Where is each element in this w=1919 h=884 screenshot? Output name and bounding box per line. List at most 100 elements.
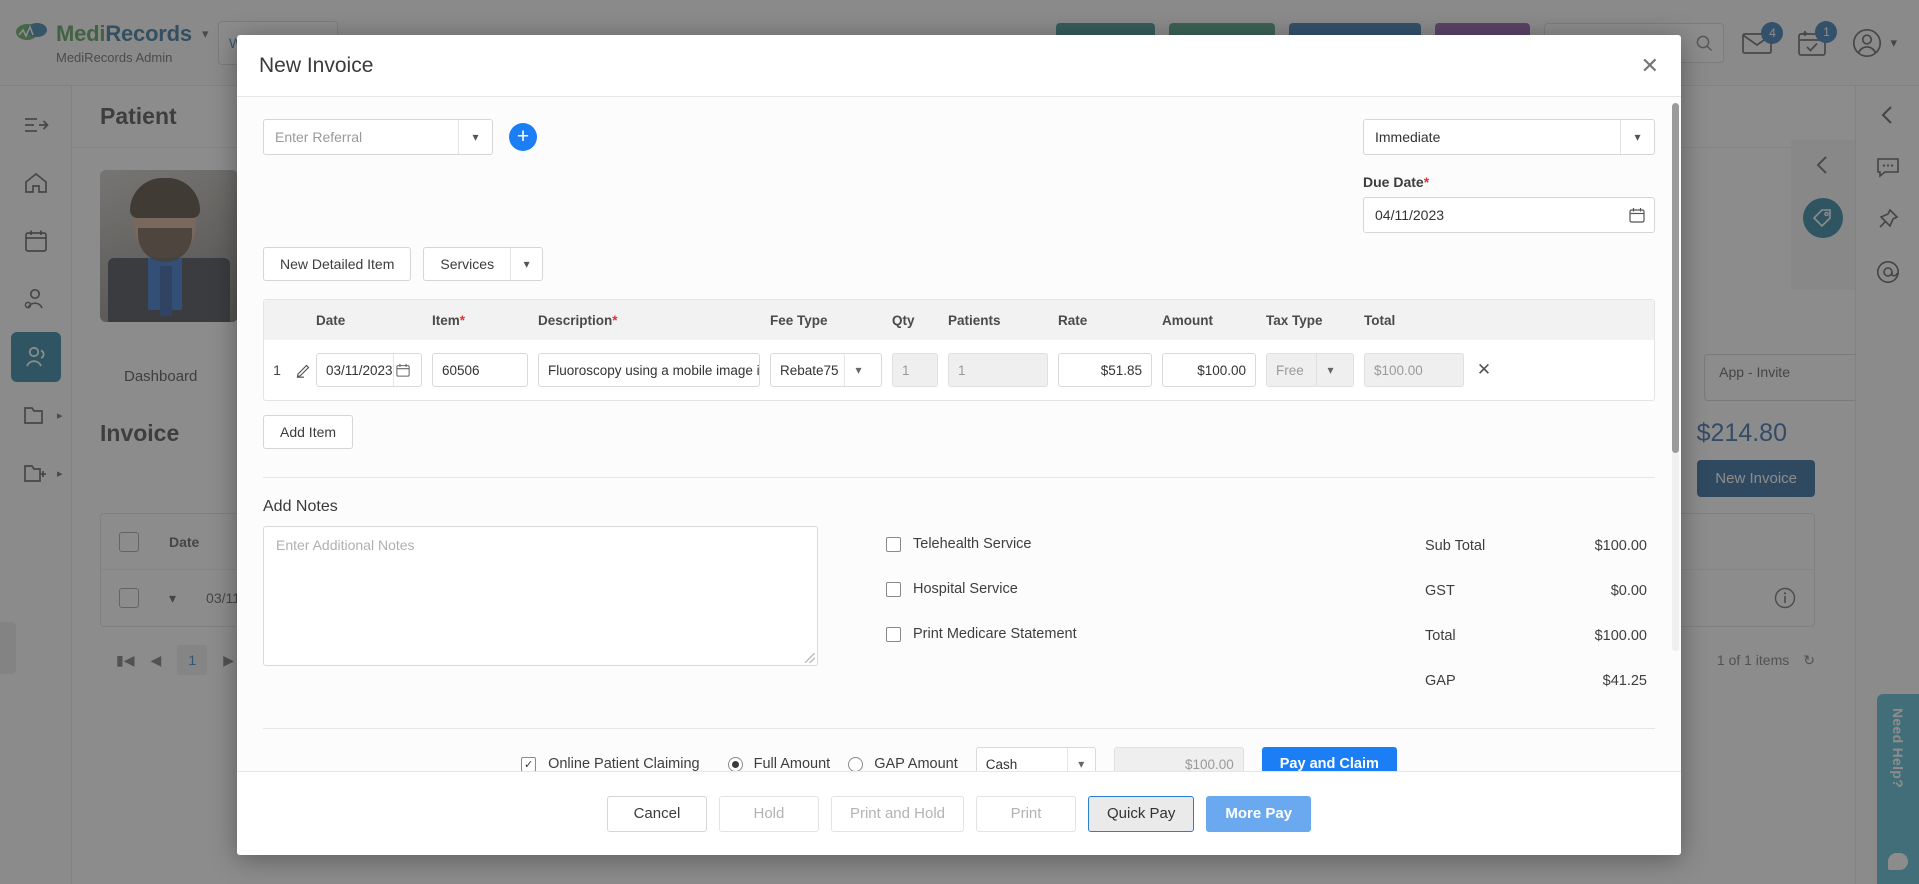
notes-and-totals-row: Enter Additional Notes Telehealth Servic… bbox=[263, 526, 1655, 710]
new-invoice-modal: New Invoice ✕ Enter Referral ▾ + Immedia… bbox=[237, 35, 1681, 855]
row-tax-type-value: Free bbox=[1276, 362, 1304, 378]
edit-pencil-icon[interactable] bbox=[290, 363, 316, 378]
add-item-wrap: Add Item bbox=[263, 401, 1655, 465]
chevron-down-icon[interactable]: ▾ bbox=[510, 248, 542, 280]
chevron-down-icon[interactable]: ▾ bbox=[844, 354, 872, 386]
referral-group: Enter Referral ▾ + bbox=[263, 119, 537, 155]
column-header-item: Item* bbox=[432, 312, 466, 328]
column-header-total: Total bbox=[1364, 312, 1396, 328]
total-value: $100.00 bbox=[1594, 538, 1647, 554]
option-print-medicare-statement[interactable]: Print Medicare Statement bbox=[886, 618, 1077, 650]
notes-textarea[interactable]: Enter Additional Notes bbox=[263, 526, 818, 666]
invoice-items-table: Date Item* Description* Fee Type Qty Pat… bbox=[263, 299, 1655, 401]
calendar-icon[interactable] bbox=[392, 354, 412, 386]
print-button: Print bbox=[976, 795, 1076, 832]
calendar-icon[interactable] bbox=[1620, 198, 1654, 232]
invoice-options-group: Telehealth Service Hospital Service Prin… bbox=[818, 526, 1077, 710]
checkbox-hospital[interactable] bbox=[886, 581, 901, 597]
modal-body: Enter Referral ▾ + Immediate ▾ Due Date*… bbox=[237, 97, 1681, 771]
add-item-button[interactable]: Add Item bbox=[263, 415, 354, 449]
cancel-button[interactable]: Cancel bbox=[606, 795, 707, 832]
row-fee-type-select[interactable]: Rebate75 ▾ bbox=[770, 353, 882, 387]
new-detailed-item-button[interactable]: New Detailed Item bbox=[263, 247, 412, 281]
due-date-label: Due Date* bbox=[1363, 174, 1655, 190]
radio-full-amount[interactable]: Full Amount bbox=[727, 756, 830, 771]
add-notes-title: Add Notes bbox=[263, 498, 338, 515]
column-header-description: Description* bbox=[538, 312, 618, 328]
row-amount-input[interactable]: $100.00 bbox=[1162, 353, 1256, 387]
item-actions-row: New Detailed Item Services ▾ bbox=[263, 247, 1655, 281]
chevron-down-icon[interactable]: ▾ bbox=[1620, 120, 1654, 154]
services-split-button[interactable]: Services ▾ bbox=[423, 247, 544, 281]
close-icon[interactable]: ✕ bbox=[1641, 54, 1659, 77]
claiming-bar: ✓ Online Patient Claiming Full Amount GA… bbox=[263, 728, 1655, 771]
radio-gap-amount[interactable]: GAP Amount bbox=[848, 756, 958, 771]
payment-method-value: Cash bbox=[985, 756, 1018, 772]
invoice-terms-group: Immediate ▾ Due Date* 04/11/2023 bbox=[1363, 119, 1655, 233]
payment-term-select[interactable]: Immediate ▾ bbox=[1363, 119, 1655, 155]
checkbox-telehealth[interactable] bbox=[886, 536, 901, 552]
modal-header: New Invoice ✕ bbox=[237, 35, 1681, 97]
print-and-hold-button: Print and Hold bbox=[830, 795, 964, 832]
checkbox-print-medicare[interactable] bbox=[886, 626, 901, 642]
row-date-value: 03/11/2023 bbox=[326, 362, 393, 378]
delete-row-icon[interactable]: ✕ bbox=[1464, 360, 1504, 380]
row-patients-input: 1 bbox=[948, 353, 1048, 387]
due-date-input[interactable]: 04/11/2023 bbox=[1363, 197, 1655, 233]
modal-footer: Cancel Hold Print and Hold Print Quick P… bbox=[237, 771, 1681, 855]
option-label: Print Medicare Statement bbox=[913, 626, 1077, 642]
option-hospital-service[interactable]: Hospital Service bbox=[886, 573, 1077, 605]
total-value: $41.25 bbox=[1602, 673, 1647, 689]
scrollbar-thumb[interactable] bbox=[1672, 103, 1679, 453]
row-total-input: $100.00 bbox=[1364, 353, 1464, 387]
total-value: $100.00 bbox=[1594, 628, 1647, 644]
table-row: 1 03/11/2023 60506 Fluoroscopy using a m… bbox=[264, 340, 1654, 400]
section-divider bbox=[263, 477, 1655, 478]
quick-pay-button[interactable]: Quick Pay bbox=[1088, 795, 1195, 832]
column-header-patients: Patients bbox=[948, 312, 1001, 328]
online-patient-claiming-option[interactable]: ✓ Online Patient Claiming bbox=[521, 756, 700, 771]
totals-group: Sub Total $100.00 GST $0.00 Total $100.0… bbox=[1425, 526, 1655, 710]
referral-select[interactable]: Enter Referral ▾ bbox=[263, 119, 493, 155]
checkbox-online-patient-claiming[interactable]: ✓ bbox=[521, 756, 537, 771]
total-row-gst: GST $0.00 bbox=[1425, 575, 1647, 607]
radio-gap-amount-label: GAP Amount bbox=[874, 756, 958, 771]
total-row-sub-total: Sub Total $100.00 bbox=[1425, 530, 1647, 562]
row-item-input[interactable]: 60506 bbox=[432, 353, 528, 387]
column-header-fee-type: Fee Type bbox=[770, 312, 828, 328]
chevron-down-icon[interactable]: ▾ bbox=[1066, 748, 1095, 771]
chevron-down-icon[interactable]: ▾ bbox=[458, 120, 492, 154]
items-table-header: Date Item* Description* Fee Type Qty Pat… bbox=[264, 300, 1654, 340]
row-rate-input[interactable]: $51.85 bbox=[1058, 353, 1152, 387]
row-fee-type-value: Rebate75 bbox=[780, 362, 839, 378]
payment-amount-input: $100.00 bbox=[1113, 747, 1244, 771]
modal-scroll-region: Enter Referral ▾ + Immediate ▾ Due Date*… bbox=[237, 97, 1681, 771]
total-label: Total bbox=[1425, 628, 1456, 644]
hold-button: Hold bbox=[718, 795, 819, 832]
row-tax-type-select: Free ▾ bbox=[1266, 353, 1354, 387]
modal-title: New Invoice bbox=[259, 53, 374, 77]
referral-placeholder: Enter Referral bbox=[275, 129, 363, 145]
option-telehealth-service[interactable]: Telehealth Service bbox=[886, 528, 1077, 560]
top-fields-row: Enter Referral ▾ + Immediate ▾ Due Date*… bbox=[263, 119, 1655, 233]
add-referral-button[interactable]: + bbox=[509, 123, 537, 151]
resize-handle[interactable] bbox=[805, 653, 815, 663]
total-value: $0.00 bbox=[1610, 583, 1647, 599]
pay-and-claim-button[interactable]: Pay and Claim bbox=[1261, 747, 1397, 771]
radio-full-amount-input[interactable] bbox=[727, 756, 743, 771]
option-label: Hospital Service bbox=[913, 581, 1018, 597]
row-number: 1 bbox=[273, 362, 281, 378]
total-label: GAP bbox=[1425, 673, 1456, 689]
payment-method-select[interactable]: Cash ▾ bbox=[975, 747, 1096, 772]
radio-gap-amount-input[interactable] bbox=[848, 756, 864, 771]
column-header-date: Date bbox=[316, 312, 346, 328]
column-header-amount: Amount bbox=[1162, 312, 1213, 328]
services-button-label[interactable]: Services bbox=[424, 248, 510, 280]
row-date-input[interactable]: 03/11/2023 bbox=[316, 353, 422, 387]
row-description-input[interactable]: Fluoroscopy using a mobile image int... bbox=[538, 353, 760, 387]
more-pay-button[interactable]: More Pay bbox=[1206, 795, 1312, 832]
payment-term-value: Immediate bbox=[1375, 129, 1441, 145]
column-header-rate: Rate bbox=[1058, 312, 1088, 328]
chevron-down-icon: ▾ bbox=[1316, 354, 1344, 386]
due-date-label-text: Due Date bbox=[1363, 174, 1424, 190]
